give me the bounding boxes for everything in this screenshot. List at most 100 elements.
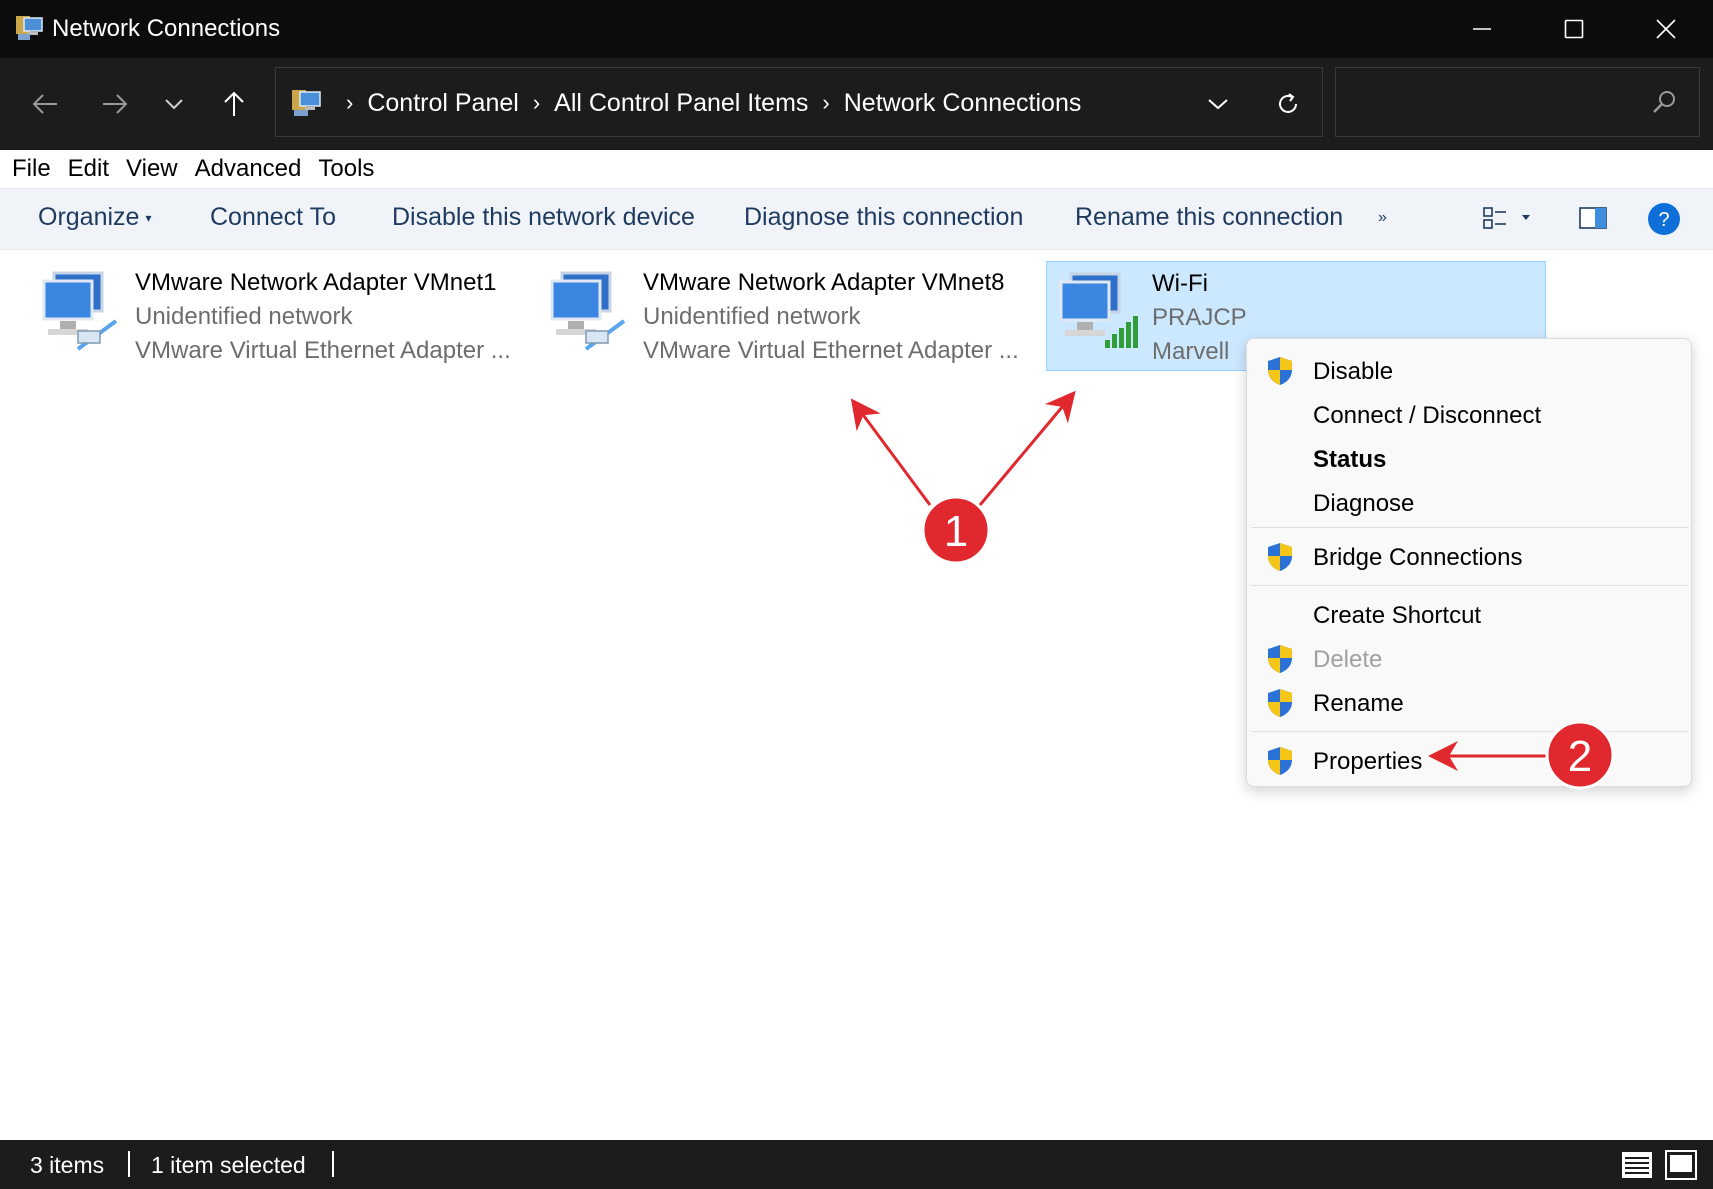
rename-connection-button[interactable]: Rename this connection [1075,203,1343,232]
connection-status: Unidentified network [135,303,353,330]
breadcrumb-all-control-panel-items[interactable]: All Control Panel Items [554,89,808,118]
menu-file[interactable]: File [12,155,51,183]
command-bar: Organize ▾ Connect To Disable this networ… [0,188,1713,250]
menu-bar: File Edit View Advanced Tools [0,150,1713,188]
connection-name: VMware Network Adapter VMnet8 [643,269,1005,296]
arrow-right-icon [103,94,128,114]
title-bar: Network Connections [0,0,1713,58]
status-bar: 3 items 1 item selected [0,1140,1713,1189]
preview-pane-icon [1579,207,1607,229]
ctx-create-shortcut[interactable]: Create Shortcut [1247,593,1693,637]
ctx-bridge-connections[interactable]: Bridge Connections [1247,535,1693,579]
recent-locations-button[interactable] [148,78,200,130]
wifi-adapter-icon [1059,272,1138,348]
maximize-button[interactable] [1528,0,1620,58]
search-input[interactable] [1346,78,1636,126]
refresh-button[interactable] [1266,82,1310,126]
uac-shield-icon [1268,689,1292,717]
connection-device: Marvell [1152,338,1230,365]
navigation-bar: › Control Panel › All Control Panel Item… [0,58,1713,150]
search-icon[interactable] [1651,88,1679,116]
ctx-label: Status [1313,446,1387,473]
menu-tools[interactable]: Tools [318,155,374,183]
network-connections-app-icon [16,16,43,40]
address-history-button[interactable] [1196,82,1240,126]
connection-name: Wi-Fi [1152,270,1208,297]
connection-status: Unidentified network [643,303,861,330]
ctx-label: Connect / Disconnect [1313,402,1542,429]
ctx-label: Rename [1313,690,1404,717]
ctx-properties[interactable]: Properties [1247,739,1693,783]
ctx-rename[interactable]: Rename [1247,681,1693,725]
change-view-button[interactable] [1480,203,1540,238]
connection-device: VMware Virtual Ethernet Adapter ... [643,337,1019,364]
details-view-button[interactable] [1620,1148,1654,1182]
ctx-diagnose[interactable]: Diagnose [1247,481,1693,525]
menu-divider [1251,731,1689,732]
breadcrumb: › Control Panel › All Control Panel Item… [332,68,1081,138]
item-count: 3 items [30,1152,105,1178]
uac-shield-icon [1268,543,1292,571]
ctx-label: Properties [1313,748,1423,775]
connection-device: VMware Virtual Ethernet Adapter ... [135,337,511,364]
ctx-disable[interactable]: Disable [1247,349,1693,393]
ctx-delete: Delete [1247,637,1693,681]
menu-divider [1251,527,1689,528]
ethernet-adapter-icon [550,271,626,351]
breadcrumb-separator-icon: › [346,90,354,115]
uac-shield-icon [1268,357,1292,385]
refresh-icon [1279,93,1297,113]
ctx-connect-disconnect[interactable]: Connect / Disconnect [1247,393,1693,437]
search-box[interactable] [1335,67,1700,137]
menu-edit[interactable]: Edit [68,155,109,183]
forward-button[interactable] [89,78,141,130]
minimize-icon [1473,28,1491,30]
maximize-icon [1564,19,1584,39]
organize-button[interactable]: Organize ▾ [38,203,151,232]
menu-divider [1251,585,1689,586]
connection-item-vmnet1[interactable]: VMware Network Adapter VMnet1 Unidentifi… [30,261,530,371]
network-connections-window: Network Connections › Control Panel › Al… [0,0,1713,1189]
ethernet-adapter-icon [42,271,118,351]
selection-count: 1 item selected [151,1152,306,1178]
ctx-label: Diagnose [1313,490,1415,517]
close-button[interactable] [1620,0,1712,58]
connect-to-button[interactable]: Connect To [210,203,336,232]
control-panel-location-icon [292,90,321,116]
breadcrumb-separator-icon[interactable]: › [533,90,540,116]
menu-advanced[interactable]: Advanced [195,155,302,183]
status-divider [332,1151,334,1177]
ctx-label: Delete [1313,646,1383,673]
breadcrumb-separator-icon[interactable]: › [822,90,829,116]
up-button[interactable] [208,78,260,130]
disable-device-button[interactable]: Disable this network device [392,203,695,232]
preview-pane-button[interactable] [1578,205,1608,236]
ctx-label: Bridge Connections [1313,544,1523,571]
breadcrumb-control-panel[interactable]: Control Panel [367,89,518,118]
minimize-button[interactable] [1436,0,1528,58]
view-options-icon [1483,207,1530,229]
ctx-status[interactable]: Status [1247,437,1693,481]
breadcrumb-network-connections[interactable]: Network Connections [844,89,1082,118]
more-commands-button[interactable]: » [1378,209,1387,227]
connection-item-vmnet8[interactable]: VMware Network Adapter VMnet8 Unidentifi… [538,261,1038,371]
arrow-up-icon [224,91,244,116]
uac-shield-icon [1268,747,1292,775]
caret-down-icon: ▾ [145,211,152,226]
ctx-label: Create Shortcut [1313,602,1482,629]
help-button[interactable]: ? [1646,201,1682,242]
svg-text:?: ? [1658,209,1669,231]
large-icons-view-button[interactable] [1664,1148,1698,1182]
back-button[interactable] [19,78,71,130]
arrow-left-icon [32,94,57,114]
uac-shield-icon [1268,645,1292,673]
chevron-down-icon [165,99,183,110]
chevron-down-icon [1208,99,1228,110]
window-title: Network Connections [52,15,281,42]
address-bar[interactable]: › Control Panel › All Control Panel Item… [275,67,1323,137]
help-icon: ? [1648,203,1680,235]
menu-view[interactable]: View [126,155,178,183]
close-icon [1656,19,1676,39]
diagnose-connection-button[interactable]: Diagnose this connection [744,203,1023,232]
context-menu: Disable Connect / Disconnect Status Diag… [1246,338,1692,787]
